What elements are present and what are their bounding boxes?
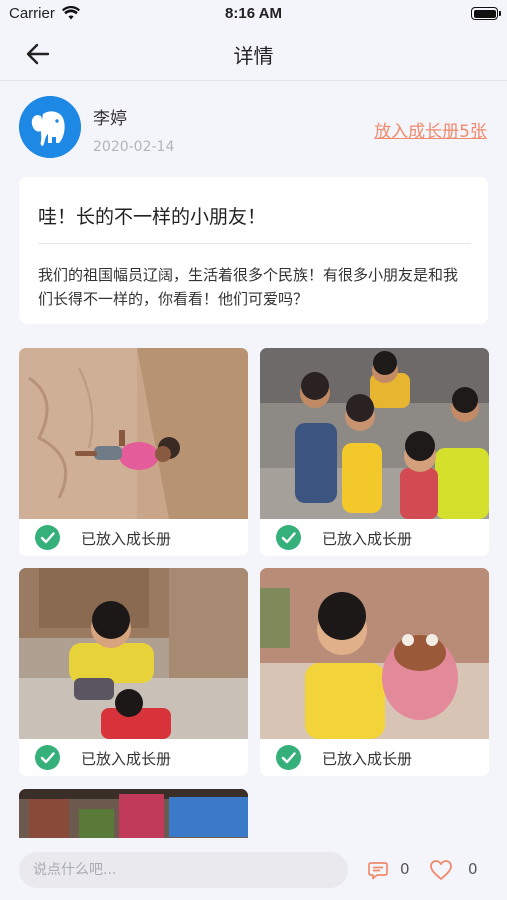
check-icon — [35, 745, 60, 770]
photo-card[interactable]: 已放入成长册 — [260, 568, 489, 776]
heart-icon[interactable] — [429, 859, 453, 881]
photo-group-of-boys — [260, 348, 489, 519]
post-divider — [38, 243, 471, 244]
photo-status: 已放入成长册 — [19, 519, 248, 556]
post-card: 哇！长的不一样的小朋友！ 我们的祖国幅员辽阔，生活着很多个民族！有很多小朋友是和… — [19, 177, 488, 324]
post-title: 哇！长的不一样的小朋友！ — [38, 206, 267, 228]
photo-status-label: 已放入成长册 — [322, 750, 413, 768]
bottom-bar: 0 0 — [0, 838, 507, 900]
photo-card[interactable]: 已放入成长册 — [19, 568, 248, 776]
photo-girl-on-ground — [19, 348, 248, 519]
like-count: 0 — [468, 860, 478, 878]
photo-card[interactable]: 已放入成长册 — [19, 348, 248, 556]
elephant-icon — [19, 96, 81, 158]
check-icon — [35, 525, 60, 550]
battery-icon — [471, 7, 501, 20]
nav-bar: 详情 — [0, 28, 507, 81]
post-body: 我们的祖国幅员辽阔，生活着很多个民族！有很多小朋友是和我们长得不一样的，你看看！… — [38, 266, 459, 308]
photo-status-label: 已放入成长册 — [322, 530, 413, 548]
photo-status: 已放入成长册 — [260, 739, 489, 776]
avatar[interactable] — [19, 96, 81, 158]
photo-boys-playing — [19, 568, 248, 739]
comment-icon[interactable] — [367, 859, 389, 881]
photo-status: 已放入成长册 — [19, 739, 248, 776]
photo-status-label: 已放入成长册 — [81, 530, 172, 548]
photo-status: 已放入成长册 — [260, 519, 489, 556]
comment-input[interactable] — [19, 852, 348, 888]
back-arrow-icon[interactable] — [22, 38, 54, 70]
author-name: 李婷 — [93, 109, 127, 129]
add-to-growth-album-link[interactable]: 放入成长册5张 — [374, 117, 487, 142]
status-bar: Carrier 8:16 AM — [0, 0, 507, 28]
page-title: 详情 — [233, 44, 274, 68]
check-icon — [276, 525, 301, 550]
photo-boy-with-toy — [260, 568, 489, 739]
check-icon — [276, 745, 301, 770]
status-time: 8:16 AM — [225, 5, 282, 22]
comment-count: 0 — [400, 860, 410, 878]
photo-card[interactable]: 已放入成长册 — [260, 348, 489, 556]
post-date: 2020-02-14 — [93, 139, 175, 155]
photo-status-label: 已放入成长册 — [81, 750, 172, 768]
